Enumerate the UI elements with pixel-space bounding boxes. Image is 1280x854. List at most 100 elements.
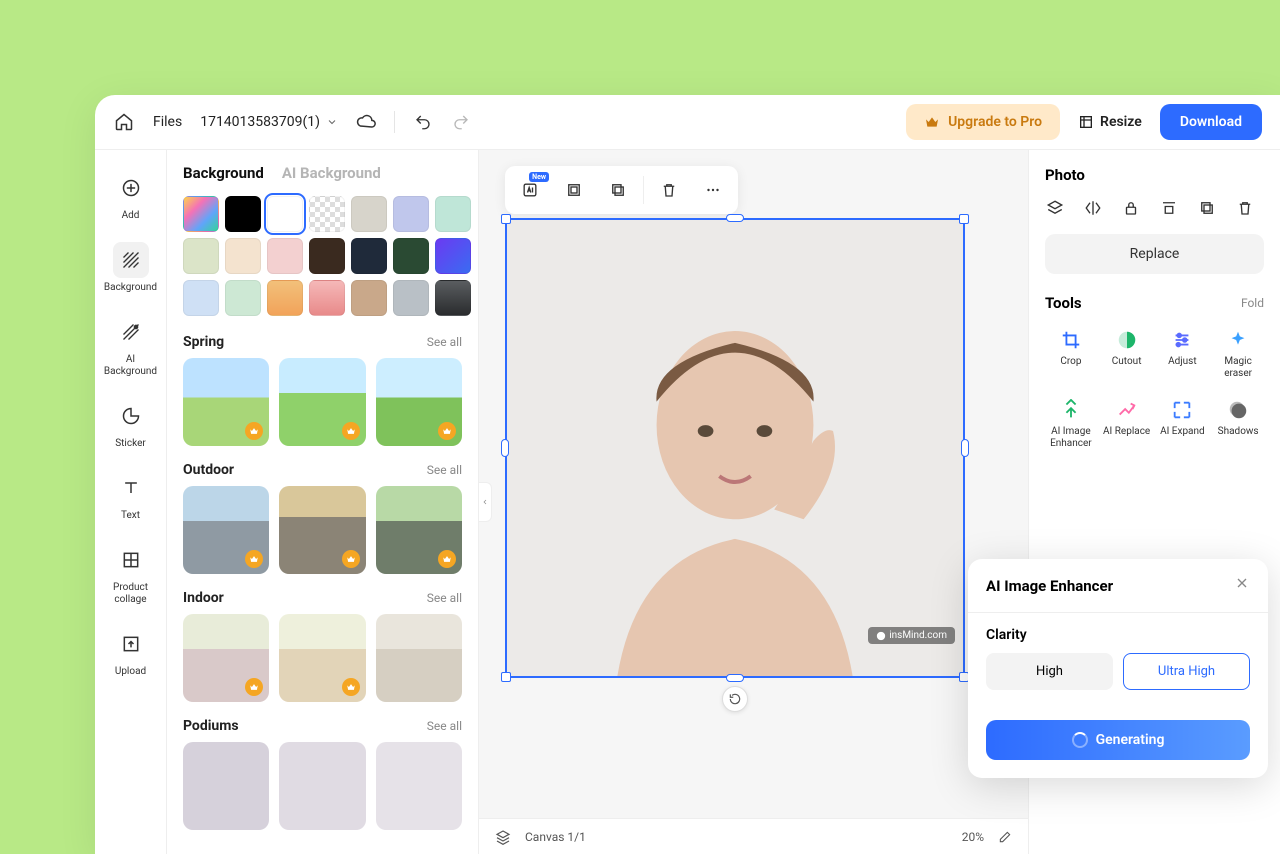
siderail-ai-background[interactable]: AI Background: [100, 308, 162, 384]
siderail-sticker[interactable]: Sticker: [100, 392, 162, 456]
bg-thumb[interactable]: [376, 742, 462, 830]
swatch-white[interactable]: [267, 196, 303, 232]
bg-thumb[interactable]: [376, 486, 462, 574]
see-all-link[interactable]: See all: [427, 591, 462, 605]
swatch-color[interactable]: [309, 280, 345, 316]
section-title: Spring: [183, 334, 224, 350]
resize-handle-tr[interactable]: [959, 214, 969, 224]
rotate-handle[interactable]: [722, 686, 748, 712]
swatch-black[interactable]: [225, 196, 261, 232]
bg-thumb[interactable]: [279, 614, 365, 702]
resize-handle-bl[interactable]: [501, 672, 511, 682]
tool-crop[interactable]: Crop: [1045, 324, 1097, 384]
resize-handle-bm[interactable]: [726, 674, 744, 682]
swatch-color[interactable]: [351, 238, 387, 274]
canvas-context-toolbar: New: [505, 166, 738, 214]
swatch-color[interactable]: [309, 238, 345, 274]
resize-handle-tl[interactable]: [501, 214, 511, 224]
trash-icon: [660, 181, 678, 199]
swatch-color[interactable]: [393, 196, 429, 232]
clarity-option-high[interactable]: High: [986, 653, 1113, 690]
clarity-option-ultra-high[interactable]: Ultra High: [1123, 653, 1250, 690]
layers-button[interactable]: [1045, 198, 1065, 218]
close-button[interactable]: [1234, 575, 1250, 596]
delete-button[interactable]: [1235, 198, 1255, 218]
filename-dropdown[interactable]: 1714013583709(1): [200, 114, 338, 130]
fold-link[interactable]: Fold: [1241, 296, 1264, 310]
thumb-row-podiums: [183, 742, 462, 830]
bg-thumb[interactable]: [376, 358, 462, 446]
swatch-color[interactable]: [183, 280, 219, 316]
more-button[interactable]: [692, 170, 734, 210]
align-button[interactable]: [1159, 198, 1179, 218]
siderail-product-collage[interactable]: Product collage: [100, 536, 162, 612]
tool-ai-image-enhancer[interactable]: AI Image Enhancer: [1045, 394, 1097, 454]
resize-handle-ml[interactable]: [501, 439, 509, 457]
canvas-area[interactable]: New insMind.com: [479, 150, 1028, 854]
swatch-color[interactable]: [225, 280, 261, 316]
tool-magic-eraser[interactable]: Magic eraser: [1212, 324, 1264, 384]
tool-ai-replace[interactable]: AI Replace: [1101, 394, 1153, 454]
see-all-link[interactable]: See all: [427, 335, 462, 349]
tab-background[interactable]: Background: [183, 164, 264, 182]
swatch-transparent[interactable]: [309, 196, 345, 232]
duplicate-button[interactable]: [597, 170, 639, 210]
tab-ai-background[interactable]: AI Background: [282, 164, 381, 182]
layers-icon[interactable]: [495, 829, 511, 845]
zoom-value[interactable]: 20%: [962, 830, 984, 844]
swatch-rainbow[interactable]: [183, 196, 219, 232]
resize-handle-mr[interactable]: [961, 439, 969, 457]
bg-thumb[interactable]: [279, 486, 365, 574]
swatch-color[interactable]: [183, 238, 219, 274]
tool-cutout[interactable]: Cutout: [1101, 324, 1153, 384]
swatch-color[interactable]: [393, 238, 429, 274]
siderail-upload[interactable]: Upload: [100, 620, 162, 684]
upgrade-button[interactable]: Upgrade to Pro: [906, 104, 1060, 140]
bg-thumb[interactable]: [279, 742, 365, 830]
ai-button[interactable]: New: [509, 170, 551, 210]
bg-thumb[interactable]: [183, 358, 269, 446]
delete-button[interactable]: [648, 170, 690, 210]
selected-element-frame[interactable]: insMind.com: [505, 218, 965, 678]
siderail-background[interactable]: Background: [100, 236, 162, 300]
bg-thumb[interactable]: [183, 614, 269, 702]
swatch-color[interactable]: [267, 280, 303, 316]
home-icon[interactable]: [113, 111, 135, 133]
bg-thumb[interactable]: [183, 742, 269, 830]
tool-ai-expand[interactable]: AI Expand: [1157, 394, 1209, 454]
resize-handle-tm[interactable]: [726, 214, 744, 222]
swatch-color[interactable]: [225, 238, 261, 274]
tool-adjust[interactable]: Adjust: [1157, 324, 1209, 384]
lock-button[interactable]: [1121, 198, 1141, 218]
swatch-color[interactable]: [435, 238, 471, 274]
generate-button[interactable]: Generating: [986, 720, 1250, 760]
swatch-color[interactable]: [351, 196, 387, 232]
swatch-color[interactable]: [351, 280, 387, 316]
siderail-add[interactable]: Add: [100, 164, 162, 228]
sync-icon[interactable]: [356, 112, 376, 132]
undo-button[interactable]: [413, 112, 433, 132]
swatch-color[interactable]: [267, 238, 303, 274]
tool-shadows[interactable]: Shadows: [1212, 394, 1264, 454]
redo-button[interactable]: [451, 112, 471, 132]
collapse-left-panel-button[interactable]: [478, 482, 492, 522]
see-all-link[interactable]: See all: [427, 463, 462, 477]
copy-button[interactable]: [1197, 198, 1217, 218]
download-button[interactable]: Download: [1160, 104, 1262, 140]
replace-button[interactable]: Replace: [1045, 234, 1264, 274]
files-menu[interactable]: Files: [153, 114, 182, 130]
siderail-text[interactable]: Text: [100, 464, 162, 528]
see-all-link[interactable]: See all: [427, 719, 462, 733]
tools-title: Tools: [1045, 294, 1082, 312]
bg-thumb[interactable]: [376, 614, 462, 702]
edit-icon[interactable]: [998, 830, 1012, 844]
bg-thumb[interactable]: [279, 358, 365, 446]
flip-button[interactable]: [1083, 198, 1103, 218]
crop-button[interactable]: [553, 170, 595, 210]
premium-badge-icon: [245, 550, 263, 568]
swatch-color[interactable]: [435, 196, 471, 232]
resize-button[interactable]: Resize: [1078, 114, 1142, 130]
swatch-color[interactable]: [393, 280, 429, 316]
swatch-color[interactable]: [435, 280, 471, 316]
bg-thumb[interactable]: [183, 486, 269, 574]
